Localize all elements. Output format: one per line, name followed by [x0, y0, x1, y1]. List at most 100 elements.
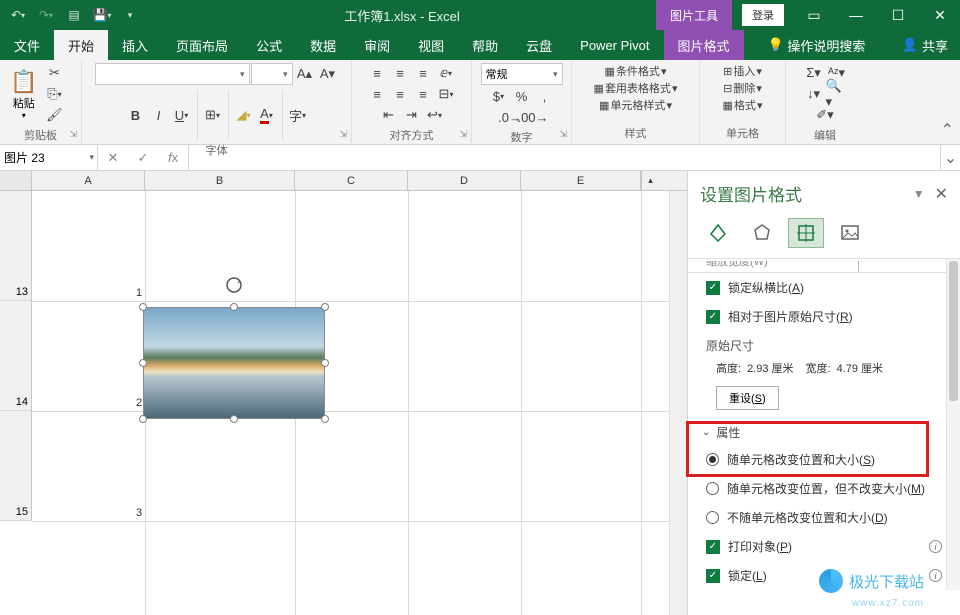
underline-icon[interactable]: U▾: [171, 105, 193, 125]
tab-data[interactable]: 数据: [296, 30, 350, 60]
close-icon[interactable]: ✕: [920, 0, 960, 30]
align-top-icon[interactable]: ≡: [366, 63, 388, 83]
no-move-size-radio[interactable]: [706, 511, 719, 524]
format-as-table-button[interactable]: ▦ 套用表格格式 ▾: [594, 80, 678, 96]
column-header-d[interactable]: D: [408, 171, 521, 190]
decrease-indent-icon[interactable]: ⇤: [378, 105, 400, 125]
tab-review[interactable]: 审阅: [350, 30, 404, 60]
share-button[interactable]: 👤共享: [890, 30, 960, 60]
copy-icon[interactable]: ⎘▾: [43, 84, 65, 104]
scale-width-spinner[interactable]: [858, 261, 952, 273]
reset-size-button[interactable]: 重设(S): [716, 386, 779, 410]
tab-picture-format[interactable]: 图片格式: [664, 30, 744, 60]
wrap-text-icon[interactable]: ↩▾: [424, 105, 446, 125]
resize-handle-tm[interactable]: [230, 303, 238, 311]
move-size-radio[interactable]: [706, 453, 719, 466]
resize-handle-br[interactable]: [321, 415, 329, 423]
decrease-font-icon[interactable]: A▾: [317, 64, 339, 84]
locked-checkbox[interactable]: ✓: [706, 569, 720, 583]
column-header-b[interactable]: B: [145, 171, 295, 190]
comma-style-icon[interactable]: ,: [534, 86, 556, 106]
taskpane-scrollbar[interactable]: [946, 259, 960, 590]
touch-mode-icon[interactable]: ▤: [62, 3, 86, 27]
size-properties-tab-icon[interactable]: [788, 218, 824, 248]
resize-handle-bm[interactable]: [230, 415, 238, 423]
orientation-icon[interactable]: ⅇ▾: [435, 63, 457, 83]
font-launcher-icon[interactable]: ⇲: [339, 129, 347, 140]
cut-icon[interactable]: ✂: [43, 63, 65, 83]
redo-icon[interactable]: ↷▾: [34, 3, 58, 27]
border-icon[interactable]: ⊞▾: [202, 105, 224, 125]
info-icon[interactable]: i: [929, 569, 942, 582]
font-size-combo[interactable]: ▾: [251, 63, 293, 85]
lock-aspect-checkbox[interactable]: ✓: [706, 281, 720, 295]
name-box[interactable]: 图片 23 ▾: [0, 145, 98, 170]
increase-indent-icon[interactable]: ⇥: [401, 105, 423, 125]
save-icon[interactable]: 💾▾: [90, 3, 114, 27]
name-box-dropdown-icon[interactable]: ▾: [89, 152, 94, 163]
relative-original-checkbox[interactable]: ✓: [706, 310, 720, 324]
bold-icon[interactable]: B: [125, 105, 147, 125]
align-bottom-icon[interactable]: ≡: [412, 63, 434, 83]
phonetic-icon[interactable]: 字▾: [287, 105, 309, 125]
taskpane-close-icon[interactable]: ✕: [935, 184, 948, 204]
alignment-launcher-icon[interactable]: ⇲: [459, 129, 467, 140]
tab-help[interactable]: 帮助: [458, 30, 512, 60]
undo-icon[interactable]: ↶▾: [6, 3, 30, 27]
cell-grid[interactable]: 1 2 3: [32, 191, 669, 615]
row-header-13[interactable]: 13: [0, 191, 32, 301]
clipboard-launcher-icon[interactable]: ⇲: [69, 129, 77, 140]
collapse-ribbon-icon[interactable]: ⌃: [941, 120, 954, 140]
move-no-size-radio[interactable]: [706, 482, 719, 495]
fill-line-tab-icon[interactable]: [700, 218, 736, 248]
find-select-icon[interactable]: 🔍▾: [826, 84, 848, 104]
insert-cells-button[interactable]: ⊞ 插入 ▾: [723, 63, 762, 79]
resize-handle-ml[interactable]: [139, 359, 147, 367]
tab-view[interactable]: 视图: [404, 30, 458, 60]
number-format-combo[interactable]: 常规▾: [481, 63, 563, 85]
resize-handle-tl[interactable]: [139, 303, 147, 311]
fill-icon[interactable]: ↓▾: [803, 84, 825, 104]
picture-tab-icon[interactable]: [832, 218, 868, 248]
tab-page-layout[interactable]: 页面布局: [162, 30, 242, 60]
tab-power-pivot[interactable]: Power Pivot: [566, 30, 663, 60]
tell-me-search[interactable]: 💡 操作说明搜索: [754, 30, 880, 60]
vertical-scrollbar[interactable]: [669, 191, 687, 615]
taskpane-menu-icon[interactable]: ▼: [913, 187, 925, 201]
accounting-format-icon[interactable]: $▾: [488, 86, 510, 106]
login-button[interactable]: 登录: [742, 4, 784, 26]
format-cells-button[interactable]: ▦ 格式 ▾: [723, 97, 763, 113]
decrease-decimal-icon[interactable]: .00→: [522, 107, 544, 127]
minimize-icon[interactable]: —: [836, 0, 876, 30]
tab-cloud[interactable]: 云盘: [512, 30, 566, 60]
qat-customize-icon[interactable]: ▾: [118, 3, 142, 27]
column-header-e[interactable]: E: [521, 171, 641, 190]
font-color-icon[interactable]: A▾: [256, 105, 278, 125]
expand-formula-bar-icon[interactable]: ⌄: [940, 145, 960, 170]
print-object-checkbox[interactable]: ✓: [706, 540, 720, 554]
row-header-14[interactable]: 14: [0, 301, 32, 411]
column-header-a[interactable]: A: [32, 171, 145, 190]
increase-font-icon[interactable]: A▴: [294, 64, 316, 84]
resize-handle-mr[interactable]: [321, 359, 329, 367]
worksheet-area[interactable]: A B C D E ▴ 13 14 15 1 2 3: [0, 171, 687, 615]
tab-file[interactable]: 文件: [0, 30, 54, 60]
format-painter-icon[interactable]: 🖌: [43, 105, 65, 125]
column-header-c[interactable]: C: [295, 171, 408, 190]
autosum-icon[interactable]: Σ▾: [803, 63, 825, 83]
properties-section-toggle[interactable]: ⌄ 属性: [688, 416, 960, 445]
resize-handle-bl[interactable]: [139, 415, 147, 423]
select-all-corner[interactable]: [0, 171, 32, 190]
percent-icon[interactable]: %: [511, 86, 533, 106]
ribbon-display-icon[interactable]: ▭: [794, 0, 834, 30]
align-center-icon[interactable]: ≡: [389, 84, 411, 104]
align-middle-icon[interactable]: ≡: [389, 63, 411, 83]
conditional-formatting-button[interactable]: ▦ 条件格式 ▾: [605, 63, 667, 79]
number-launcher-icon[interactable]: ⇲: [559, 129, 567, 140]
info-icon[interactable]: i: [929, 540, 942, 553]
font-name-combo[interactable]: ▾: [95, 63, 250, 85]
scrollbar-thumb[interactable]: [949, 261, 958, 401]
tab-insert[interactable]: 插入: [108, 30, 162, 60]
align-right-icon[interactable]: ≡: [412, 84, 434, 104]
effects-tab-icon[interactable]: [744, 218, 780, 248]
